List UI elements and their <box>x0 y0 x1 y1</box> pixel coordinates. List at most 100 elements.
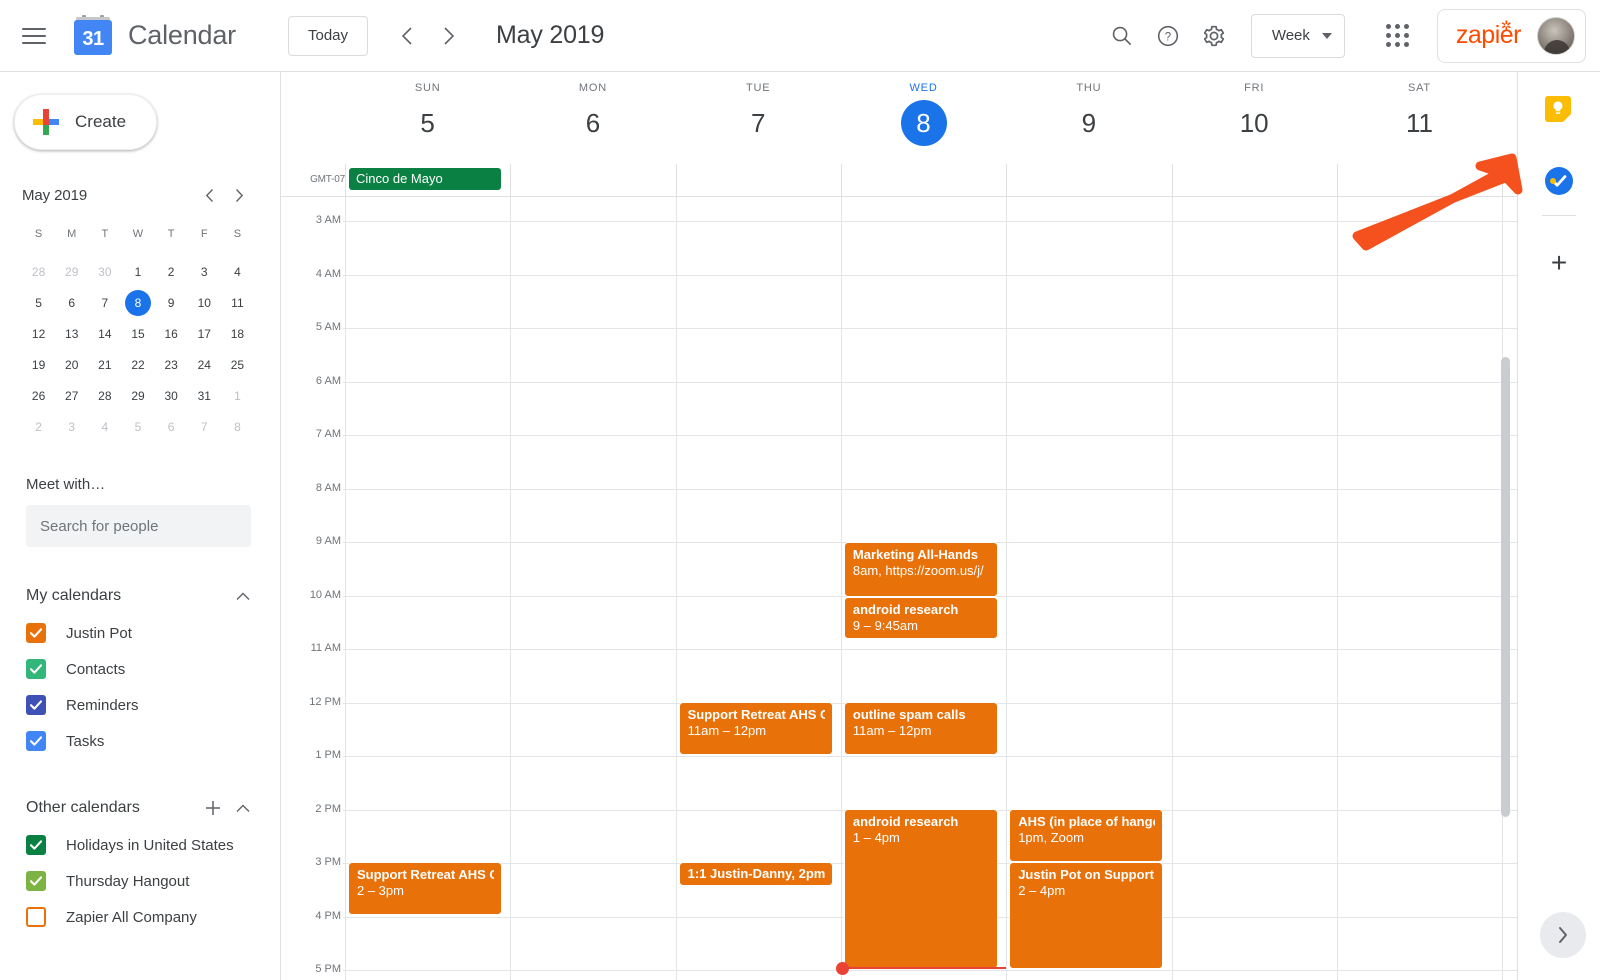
calendar-checkbox[interactable] <box>26 623 46 643</box>
mini-calendar-day[interactable]: 16 <box>155 318 188 349</box>
calendar-event[interactable]: outline spam calls 11am – 12pm <box>843 702 999 755</box>
mini-calendar-day[interactable]: 26 <box>22 380 55 411</box>
day-number[interactable]: 10 <box>1172 100 1337 146</box>
mini-calendar-day[interactable]: 7 <box>188 411 221 442</box>
calendar-checkbox[interactable] <box>26 695 46 715</box>
calendar-checkbox[interactable] <box>26 871 46 891</box>
mini-calendar-day[interactable]: 18 <box>221 318 254 349</box>
create-button[interactable]: Create <box>14 94 157 150</box>
mini-calendar-day[interactable]: 30 <box>155 380 188 411</box>
mini-calendar-day[interactable]: 9 <box>155 287 188 318</box>
calendar-checkbox[interactable] <box>26 659 46 679</box>
mini-calendar-day[interactable]: 7 <box>88 287 121 318</box>
mini-calendar-day[interactable]: 31 <box>188 380 221 411</box>
all-day-event[interactable]: Cinco de Mayo <box>349 168 502 190</box>
mini-calendar-day[interactable]: 13 <box>55 318 88 349</box>
other-calendar-item[interactable]: Holidays in United States <box>0 827 280 863</box>
mini-calendar-day[interactable]: 5 <box>22 287 55 318</box>
mini-calendar-day[interactable]: 23 <box>155 349 188 380</box>
mini-calendar-day[interactable]: 25 <box>221 349 254 380</box>
calendar-event[interactable]: Support Retreat AHS Co 11am – 12pm <box>678 702 833 755</box>
mini-calendar-day[interactable]: 10 <box>188 287 221 318</box>
mini-calendar-day[interactable]: 24 <box>188 349 221 380</box>
calendar-event[interactable]: 1:1 Justin-Danny, 2pm <box>678 862 833 886</box>
my-calendar-item[interactable]: Contacts <box>0 651 280 687</box>
next-week-button[interactable] <box>428 15 470 57</box>
mini-calendar-day[interactable]: 3 <box>55 411 88 442</box>
day-number[interactable]: 9 <box>1006 100 1171 146</box>
day-column-header-tue[interactable]: TUE 7 <box>676 82 841 146</box>
day-column-header-wed[interactable]: WED 8 <box>841 82 1006 146</box>
chevron-up-icon[interactable] <box>228 793 258 823</box>
day-number[interactable]: 6 <box>510 100 675 146</box>
mini-calendar-day[interactable]: 1 <box>121 256 154 287</box>
my-calendar-item[interactable]: Tasks <box>0 723 280 759</box>
my-calendars-header[interactable]: My calendars <box>0 577 280 615</box>
mini-calendar-day[interactable]: 2 <box>155 256 188 287</box>
mini-calendar-day[interactable]: 29 <box>121 380 154 411</box>
my-calendar-item[interactable]: Justin Pot <box>0 615 280 651</box>
plus-icon[interactable]: + <box>1551 249 1567 277</box>
mini-calendar-day[interactable]: 21 <box>88 349 121 380</box>
avatar[interactable] <box>1537 16 1575 55</box>
mini-calendar-day[interactable]: 3 <box>188 256 221 287</box>
calendar-event[interactable]: Justin Pot on Support 2 – 4pm <box>1009 862 1164 969</box>
google-calendar-logo-icon[interactable]: 31 <box>72 14 114 57</box>
calendar-event[interactable]: android research 9 – 9:45am <box>843 597 999 639</box>
calendar-event[interactable]: android research 1 – 4pm <box>843 809 999 969</box>
mini-calendar-day[interactable]: 30 <box>88 256 121 287</box>
today-button[interactable]: Today <box>287 15 369 56</box>
mini-calendar-prev-button[interactable] <box>194 180 224 210</box>
mini-calendar-day[interactable]: 5 <box>121 411 154 442</box>
other-calendar-item[interactable]: Thursday Hangout <box>0 863 280 899</box>
mini-calendar-day[interactable]: 20 <box>55 349 88 380</box>
calendar-event[interactable]: Support Retreat AHS Co 2 – 3pm <box>348 862 503 915</box>
account-chip[interactable]: zapier ✲ <box>1436 8 1586 63</box>
mini-calendar-day[interactable]: 8 <box>121 287 154 318</box>
mini-calendar-day[interactable]: 19 <box>22 349 55 380</box>
mini-calendar-day[interactable]: 6 <box>55 287 88 318</box>
day-column-header-mon[interactable]: MON 6 <box>510 82 675 146</box>
previous-week-button[interactable] <box>386 15 428 57</box>
calendar-event[interactable]: AHS (in place of hango 1pm, Zoom <box>1009 809 1164 862</box>
mini-calendar-next-button[interactable] <box>224 180 254 210</box>
other-calendars-header[interactable]: Other calendars <box>0 789 280 827</box>
day-number[interactable]: 5 <box>345 100 510 146</box>
mini-calendar-day[interactable]: 8 <box>221 411 254 442</box>
mini-calendar-day[interactable]: 4 <box>88 411 121 442</box>
mini-calendar-day[interactable]: 6 <box>155 411 188 442</box>
help-icon[interactable]: ? <box>1145 13 1191 59</box>
mini-calendar-day[interactable]: 27 <box>55 380 88 411</box>
vertical-scrollbar[interactable] <box>1501 357 1510 817</box>
mini-calendar-day[interactable]: 29 <box>55 256 88 287</box>
calendar-checkbox[interactable] <box>26 731 46 751</box>
day-column-header-sun[interactable]: SUN 5 <box>345 82 510 146</box>
my-calendar-item[interactable]: Reminders <box>0 687 280 723</box>
chevron-up-icon[interactable] <box>228 581 258 611</box>
mini-calendar-day[interactable]: 28 <box>88 380 121 411</box>
mini-calendar-day[interactable]: 17 <box>188 318 221 349</box>
calendar-event[interactable]: Marketing All-Hands 8am, https://zoom.us/… <box>843 542 999 597</box>
day-number[interactable]: 7 <box>676 100 841 146</box>
day-column-header-thu[interactable]: THU 9 <box>1006 82 1171 146</box>
day-column-header-fri[interactable]: FRI 10 <box>1172 82 1337 146</box>
mini-calendar-day[interactable]: 11 <box>221 287 254 318</box>
calendar-checkbox[interactable] <box>26 907 46 927</box>
mini-calendar-day[interactable]: 12 <box>22 318 55 349</box>
search-icon[interactable] <box>1099 13 1145 59</box>
view-selector[interactable]: Week <box>1250 13 1345 58</box>
mini-calendar-day[interactable]: 22 <box>121 349 154 380</box>
apps-grid-icon[interactable] <box>1375 13 1421 59</box>
mini-calendar-day[interactable]: 4 <box>221 256 254 287</box>
day-number[interactable]: 8 <box>900 100 947 146</box>
mini-calendar-day[interactable]: 28 <box>22 256 55 287</box>
day-column-header-sat[interactable]: SAT 11 <box>1337 82 1502 146</box>
google-tasks-icon[interactable] <box>1545 167 1573 195</box>
plus-icon[interactable] <box>198 793 228 823</box>
mini-calendar-day[interactable]: 1 <box>221 380 254 411</box>
other-calendar-item[interactable]: Zapier All Company <box>0 899 280 935</box>
mini-calendar-day[interactable]: 15 <box>121 318 154 349</box>
google-keep-icon[interactable] <box>1545 96 1573 124</box>
mini-calendar-day[interactable]: 2 <box>22 411 55 442</box>
day-number[interactable]: 11 <box>1337 100 1502 146</box>
